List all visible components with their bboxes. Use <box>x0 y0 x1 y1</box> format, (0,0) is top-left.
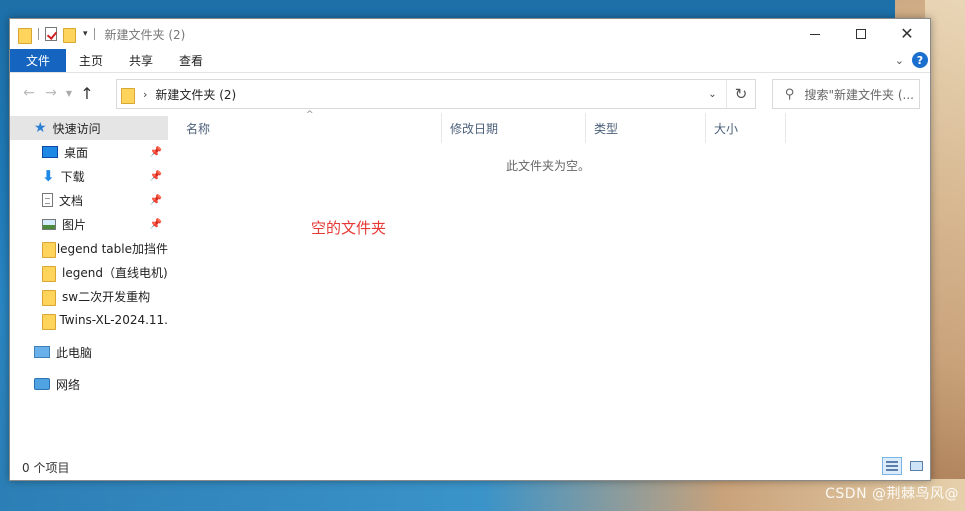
folder-icon <box>42 265 56 282</box>
network-icon <box>34 378 50 390</box>
customize-toolbar-chevron-icon[interactable]: ▾ <box>83 29 88 39</box>
sidebar-item-label: legend（直线电机) <box>62 265 168 280</box>
close-icon: ✕ <box>900 24 914 43</box>
recent-locations-chevron-icon[interactable]: ▼ <box>62 89 76 98</box>
window-controls: ✕ <box>792 19 930 49</box>
details-view-icon <box>886 461 898 471</box>
item-count: 0 个项目 <box>22 460 70 475</box>
expand-ribbon-chevron-icon[interactable]: ⌄ <box>895 54 904 67</box>
sidebar-item-downloads[interactable]: ⬇ 下载 📌 <box>10 164 168 188</box>
file-list[interactable]: ^ 名称 修改日期 类型 大小 此文件夹为空。 空的文件夹 <box>168 110 930 456</box>
download-icon: ⬇ <box>42 167 55 185</box>
pin-icon: 📌 <box>149 218 162 230</box>
pin-icon: 📌 <box>149 170 162 182</box>
folder-icon <box>121 87 135 104</box>
up-arrow-icon[interactable]: ↑ <box>76 84 98 103</box>
sidebar-item-label: 桌面 <box>64 145 89 160</box>
sidebar-item-recent-folder[interactable]: legend table加挡件 <box>10 236 168 260</box>
sidebar-item-desktop[interactable]: 桌面 📌 <box>10 140 168 164</box>
sidebar-item-label: legend table加挡件 <box>56 241 168 256</box>
column-header-size[interactable]: 大小 <box>706 113 786 143</box>
column-header-name[interactable]: 名称 <box>168 113 442 143</box>
column-headers: ^ 名称 修改日期 类型 大小 <box>168 110 930 143</box>
empty-folder-message: 此文件夹为空。 <box>505 159 590 173</box>
tab-share[interactable]: 共享 <box>116 49 166 72</box>
forward-arrow-icon[interactable]: → <box>40 85 62 101</box>
star-icon: ★ <box>34 120 47 136</box>
close-button[interactable]: ✕ <box>884 19 930 49</box>
details-view-button[interactable] <box>882 457 902 475</box>
ribbon-controls: ⌄ ? <box>895 52 928 68</box>
minimize-icon <box>810 33 820 35</box>
pin-icon: 📌 <box>149 194 162 206</box>
annotation-text: 空的文件夹 <box>311 219 387 237</box>
sidebar-item-label: sw二次开发重构 <box>62 289 151 304</box>
sidebar-item-recent-folder[interactable]: Twins-XL-2024.11. <box>10 308 168 332</box>
tab-home[interactable]: 主页 <box>66 49 116 72</box>
sidebar-item-recent-folder[interactable]: sw二次开发重构 <box>10 284 168 308</box>
column-header-date[interactable]: 修改日期 <box>442 113 586 143</box>
sidebar-item-label: 网络 <box>56 377 81 392</box>
sidebar-item-label: 图片 <box>62 217 87 232</box>
folder-icon <box>18 27 32 44</box>
maximize-button[interactable] <box>838 19 884 49</box>
ribbon-tabs: 文件 主页 共享 查看 ⌄ ? <box>10 49 930 73</box>
search-placeholder: 搜索"新建文件夹 (... <box>804 87 914 102</box>
title-bar: ▾ 新建文件夹 (2) ✕ <box>10 19 930 49</box>
navigation-pane: ★ 快速访问 桌面 📌 ⬇ 下载 📌 文档 📌 图片 📌 legend tabl… <box>10 113 168 456</box>
pictures-icon <box>42 218 56 230</box>
main-area: ★ 快速访问 桌面 📌 ⬇ 下载 📌 文档 📌 图片 📌 legend tabl… <box>10 110 930 456</box>
tab-view[interactable]: 查看 <box>166 49 216 72</box>
explorer-window: ▾ 新建文件夹 (2) ✕ 文件 主页 共享 查看 ⌄ ? ← → ▼ ↑ › … <box>9 18 931 481</box>
folder-icon <box>42 241 56 258</box>
address-dropdown-chevron-icon[interactable]: ⌄ <box>699 80 727 108</box>
address-row: ← → ▼ ↑ › 新建文件夹 (2) ⌄ ↻ ⚲ 搜索"新建文件夹 (... <box>10 73 930 113</box>
breadcrumb-chevron-icon[interactable]: › <box>143 88 147 101</box>
wallpaper-bottom <box>0 479 965 511</box>
properties-icon[interactable] <box>45 27 57 41</box>
watermark: CSDN @荆棘鸟风@ <box>825 486 959 502</box>
desktop-icon <box>42 146 58 158</box>
view-toggle <box>882 457 926 475</box>
pin-icon: 📌 <box>149 146 162 158</box>
sidebar-item-this-pc[interactable]: 此电脑 <box>10 340 168 364</box>
tab-file[interactable]: 文件 <box>10 49 66 72</box>
sidebar-item-pictures[interactable]: 图片 📌 <box>10 212 168 236</box>
sidebar-item-label: 文档 <box>59 193 84 208</box>
maximize-icon <box>856 29 866 39</box>
sidebar-item-label: Twins-XL-2024.11. <box>59 313 168 327</box>
toolbar-separator <box>93 28 95 40</box>
computer-icon <box>34 346 50 358</box>
sidebar-item-recent-folder[interactable]: legend（直线电机) <box>10 260 168 284</box>
sidebar-item-network[interactable]: 网络 <box>10 372 168 396</box>
sidebar-item-label: 快速访问 <box>52 121 101 136</box>
search-icon: ⚲ <box>785 86 795 102</box>
breadcrumb-current[interactable]: 新建文件夹 (2) <box>155 86 236 103</box>
help-icon[interactable]: ? <box>912 52 928 68</box>
sidebar-item-label: 此电脑 <box>56 345 93 360</box>
refresh-icon[interactable]: ↻ <box>727 80 755 108</box>
document-icon <box>42 193 53 207</box>
window-title: 新建文件夹 (2) <box>104 27 186 42</box>
wallpaper-rock-highlight <box>925 0 965 511</box>
sidebar-item-documents[interactable]: 文档 📌 <box>10 188 168 212</box>
folder-icon <box>42 289 56 306</box>
column-header-type[interactable]: 类型 <box>586 113 706 143</box>
sidebar-item-quick-access[interactable]: ★ 快速访问 <box>10 116 168 140</box>
address-bar[interactable]: › 新建文件夹 (2) ⌄ ↻ <box>116 79 756 109</box>
new-folder-icon[interactable] <box>63 27 77 43</box>
status-bar: 0 个项目 <box>10 454 930 480</box>
folder-icon <box>42 313 57 330</box>
large-icons-view-icon <box>909 461 923 471</box>
quick-access-toolbar: ▾ <box>18 27 95 44</box>
back-arrow-icon[interactable]: ← <box>18 85 40 101</box>
minimize-button[interactable] <box>792 19 838 49</box>
toolbar-separator <box>38 28 39 40</box>
sidebar-item-label: 下载 <box>60 169 85 184</box>
search-input[interactable]: ⚲ 搜索"新建文件夹 (... <box>772 79 920 109</box>
large-icons-view-button[interactable] <box>906 457 926 475</box>
